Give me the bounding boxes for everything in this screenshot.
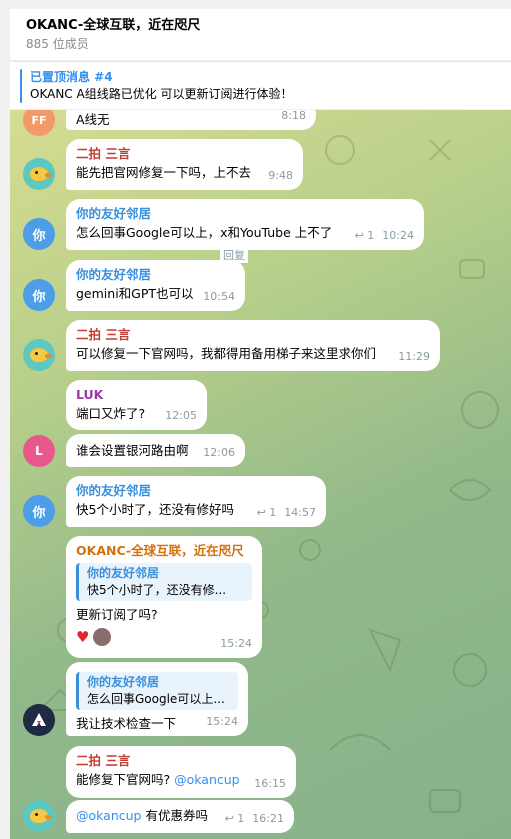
message-bubble[interactable]: 你的友好邻居 怎么回事Google可以上，x和YouTube 上不了 ↩ 1 10… bbox=[66, 199, 424, 250]
message-bubble[interactable]: 二拍 三言 可以修复一下官网吗，我都得用备用梯子来这里求你们 11:29 bbox=[66, 320, 440, 371]
quote-text: 快5个小时了，还没有修... bbox=[87, 583, 227, 597]
sender-name[interactable]: 二拍 三言 bbox=[76, 145, 293, 163]
message-time: 14:57 bbox=[284, 506, 316, 519]
message-time: 16:21 bbox=[252, 812, 284, 825]
message-time: 11:29 bbox=[398, 350, 430, 363]
quote-sender: 你的友好邻居 bbox=[87, 566, 160, 580]
avatar[interactable] bbox=[23, 800, 55, 832]
avatar[interactable]: L bbox=[23, 435, 55, 467]
reply-icon: ↩ bbox=[224, 812, 234, 825]
avatar[interactable] bbox=[23, 704, 55, 736]
message-text: 更新订阅了吗? bbox=[76, 607, 158, 622]
message-list[interactable]: FF A线无 8:18 二拍 三言 能先把官网修复一下吗，上不去 9:48 你 … bbox=[10, 110, 511, 839]
avatar-initials: 你 bbox=[32, 289, 46, 305]
sender-name[interactable]: LUK bbox=[76, 386, 197, 404]
message-bubble[interactable]: 谁会设置银河路由啊 12:06 bbox=[66, 434, 245, 467]
message-bubble[interactable]: 你的友好邻居 gemini和GPT也可以 10:54 bbox=[66, 260, 245, 311]
member-count: 885 位成员 bbox=[26, 37, 89, 51]
reply-quote[interactable]: 你的友好邻居 快5个小时了，还没有修... bbox=[76, 563, 252, 601]
message-bubble[interactable]: 二拍 三言 能先把官网修复一下吗，上不去 9:48 bbox=[66, 139, 303, 190]
message-time: 12:05 bbox=[165, 409, 197, 422]
reply-count[interactable]: 1 bbox=[367, 229, 374, 242]
message-bubble[interactable]: A线无 8:18 bbox=[66, 110, 316, 130]
message-bubble[interactable]: OKANC-全球互联，近在咫尺 你的友好邻居 快5个小时了，还没有修... 更新… bbox=[66, 536, 262, 658]
message-bubble[interactable]: 你的友好邻居 怎么回事Google可以上... 我让技术检查一下 15:24 bbox=[66, 662, 248, 736]
sender-name[interactable]: 你的友好邻居 bbox=[76, 205, 414, 223]
message-bubble[interactable]: 你的友好邻居 快5个小时了，还没有修好吗 ↩ 1 14:57 bbox=[66, 476, 326, 527]
avatar[interactable] bbox=[23, 339, 55, 371]
message-time: 15:24 bbox=[206, 715, 238, 728]
duck-icon bbox=[30, 348, 52, 362]
chat-title: OKANC-全球互联，近在咫尺 bbox=[26, 18, 201, 33]
sender-name[interactable]: OKANC-全球互联，近在咫尺 bbox=[76, 542, 252, 560]
message-time: 10:54 bbox=[203, 290, 235, 303]
lightning-logo-icon bbox=[32, 713, 46, 726]
message-time: 16:15 bbox=[254, 777, 286, 790]
message-meta: ↩ 1 14:57 bbox=[257, 503, 316, 522]
reply-count[interactable]: 1 bbox=[269, 506, 276, 519]
message-meta: ↩ 1 10:24 bbox=[355, 226, 414, 245]
mention-link[interactable]: @okancup bbox=[76, 808, 141, 823]
message-bubble[interactable]: 二拍 三言 能修复下官网吗? @okancup 16:15 bbox=[66, 746, 296, 798]
message-time: 12:06 bbox=[203, 446, 235, 459]
quote-text: 怎么回事Google可以上... bbox=[87, 692, 225, 706]
message-time: 15:24 bbox=[220, 637, 252, 650]
chat-header[interactable]: OKANC-全球互联，近在咫尺 885 位成员 bbox=[10, 9, 511, 60]
avatar[interactable]: FF bbox=[23, 110, 55, 136]
mention-link[interactable]: @okancup bbox=[174, 772, 239, 787]
message-text: 可以修复一下官网吗，我都得用备用梯子来这里求你们 bbox=[76, 346, 377, 361]
avatar-initials: L bbox=[35, 444, 43, 458]
avatar[interactable]: 你 bbox=[23, 279, 55, 311]
message-text: 能先把官网修复一下吗，上不去 bbox=[76, 165, 252, 180]
quote-sender: 你的友好邻居 bbox=[87, 675, 160, 689]
sender-name[interactable]: 二拍 三言 bbox=[76, 752, 286, 770]
message-text: A线无 bbox=[76, 112, 110, 127]
message-time: 10:24 bbox=[382, 229, 414, 242]
sender-name[interactable]: 你的友好邻居 bbox=[76, 266, 235, 284]
message-time: 9:48 bbox=[268, 169, 293, 182]
message-body: 能修复下官网吗? bbox=[76, 772, 171, 787]
reply-icon: ↩ bbox=[354, 229, 364, 242]
avatar-initials: 你 bbox=[32, 228, 46, 244]
avatar[interactable] bbox=[23, 158, 55, 190]
reply-icon: ↩ bbox=[256, 506, 266, 519]
reactor-avatar bbox=[93, 628, 112, 646]
message-meta: ↩ 1 16:21 bbox=[225, 809, 284, 828]
duck-icon bbox=[30, 809, 52, 823]
pinned-text: OKANC A组线路已优化 可以更新订阅进行体验！ bbox=[30, 87, 293, 101]
heart-reaction-icon[interactable]: ♥ bbox=[76, 628, 89, 646]
avatar-initials: FF bbox=[31, 113, 47, 127]
pinned-indicator bbox=[20, 69, 22, 103]
message-bubble[interactable]: LUK 端口又炸了? 12:05 bbox=[66, 380, 207, 430]
avatar-initials: 你 bbox=[32, 505, 46, 521]
avatar[interactable]: 你 bbox=[23, 495, 55, 527]
pinned-message-bar[interactable]: 已置顶消息 #4 OKANC A组线路已优化 可以更新订阅进行体验！ bbox=[10, 61, 511, 109]
sender-name[interactable]: 你的友好邻居 bbox=[76, 482, 316, 500]
message-bubble[interactable]: @okancup 有优惠券吗 ↩ 1 16:21 bbox=[66, 800, 294, 833]
pinned-title: 已置顶消息 #4 bbox=[30, 70, 113, 84]
sender-name[interactable]: 二拍 三言 bbox=[76, 326, 430, 344]
duck-icon bbox=[30, 167, 52, 181]
message-time: 8:18 bbox=[281, 110, 306, 122]
avatar[interactable]: 你 bbox=[23, 218, 55, 250]
reply-quote[interactable]: 你的友好邻居 怎么回事Google可以上... bbox=[76, 672, 238, 710]
message-body: 有优惠券吗 bbox=[145, 808, 208, 823]
reply-count[interactable]: 1 bbox=[237, 812, 244, 825]
